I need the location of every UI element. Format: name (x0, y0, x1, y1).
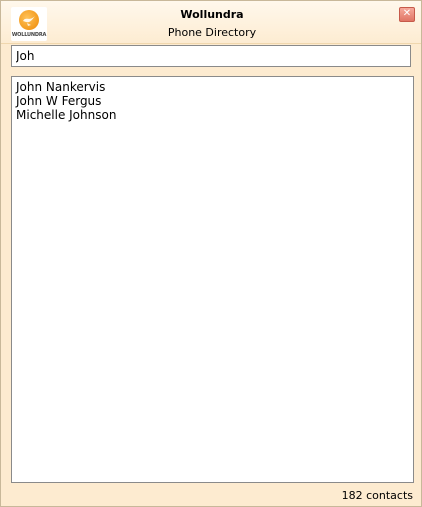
app-window: WOLLUNDRA Wollundra Phone Directory ✕ Jo… (0, 0, 422, 507)
search-input[interactable] (11, 45, 411, 67)
list-item[interactable]: Michelle Johnson (16, 108, 413, 122)
list-item[interactable]: John W Fergus (16, 94, 413, 108)
list-item[interactable]: John Nankervis (16, 80, 413, 94)
app-subtitle: Phone Directory (167, 26, 257, 39)
close-button[interactable]: ✕ (399, 7, 415, 22)
app-title: Wollundra (180, 8, 244, 21)
title-bar: WOLLUNDRA Wollundra Phone Directory ✕ (1, 1, 421, 44)
contact-list[interactable]: John Nankervis John W Fergus Michelle Jo… (11, 76, 414, 483)
contact-count: 182 contacts (341, 489, 413, 502)
